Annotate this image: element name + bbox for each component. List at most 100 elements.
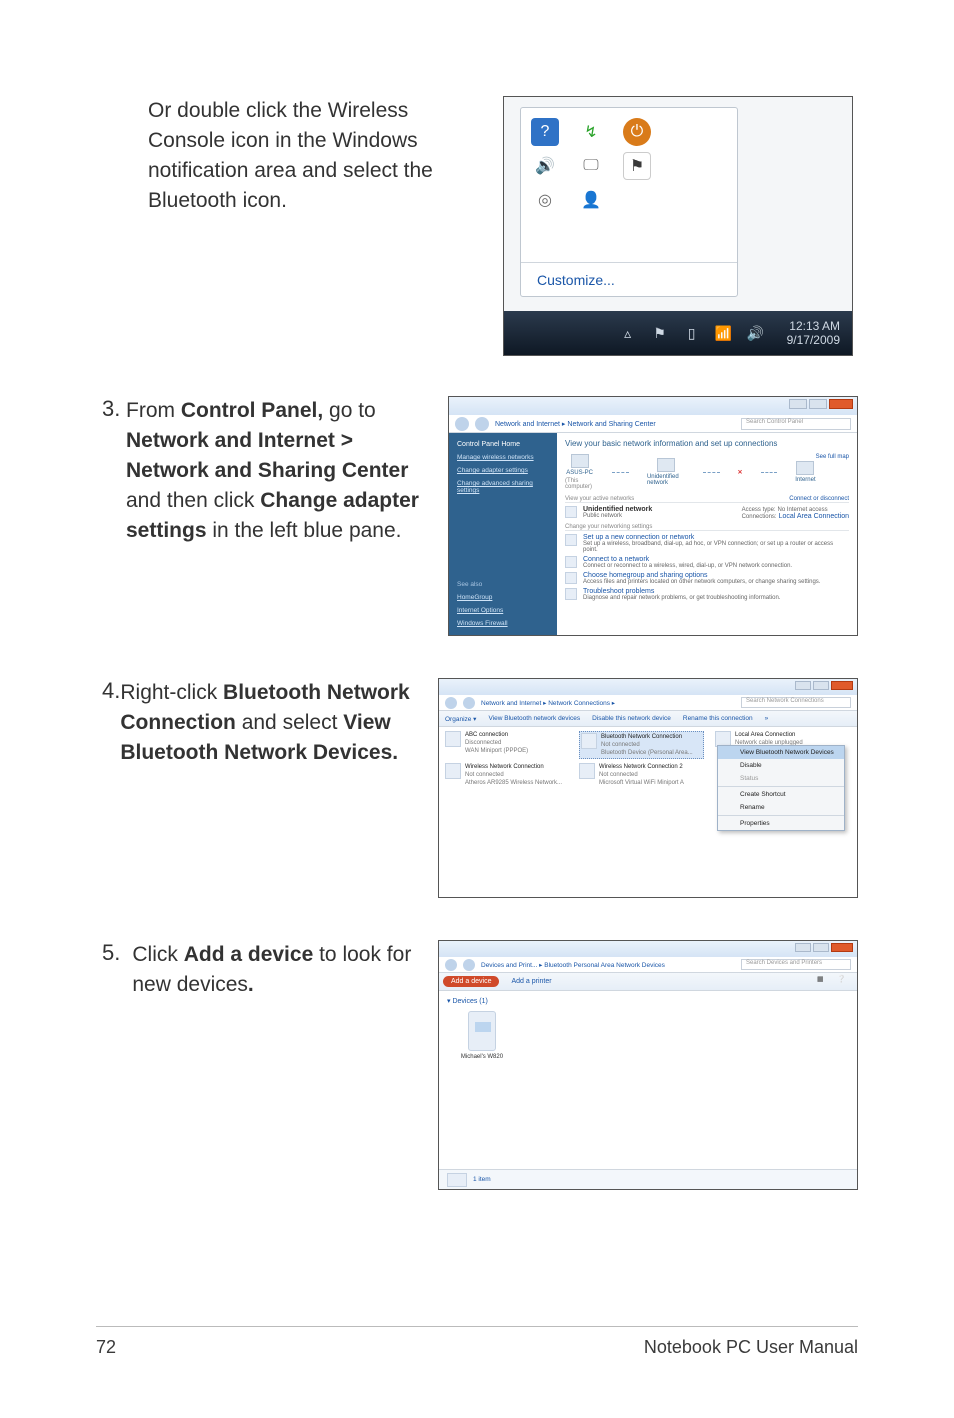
step-4-number: 4.	[96, 678, 120, 768]
min-button[interactable]	[795, 681, 811, 690]
add-device-button[interactable]: Add a device	[443, 976, 499, 987]
max-button[interactable]	[813, 943, 829, 952]
see-link-firewall[interactable]: Windows Firewall	[457, 620, 549, 627]
step-4-text: Right-click Bluetooth Network Connection…	[120, 678, 426, 768]
pc-icon	[571, 454, 589, 468]
see-full-map-link[interactable]: See full map	[816, 454, 849, 460]
sidebar: Control Panel Home Manage wireless netwo…	[449, 433, 557, 635]
taskbar: ▵ ⚑ ▯ 📶 🔊 12:13 AM 9/17/2009	[504, 311, 852, 355]
step-5-number: 5.	[96, 940, 132, 1000]
view-icon[interactable]: ▦	[817, 975, 831, 989]
task-troubleshoot-link[interactable]: Troubleshoot problems	[583, 588, 780, 595]
network-map: ASUS-PC(This computer) Unidentified netw…	[565, 454, 816, 490]
device-item[interactable]: Michael's W820	[447, 1011, 517, 1060]
forward-button[interactable]	[475, 417, 489, 431]
network-icon	[657, 458, 675, 472]
add-printer-button[interactable]: Add a printer	[503, 976, 559, 987]
task-icon	[565, 572, 577, 584]
step-3-text: From Control Panel, go to Network and In…	[126, 396, 436, 546]
connection-item[interactable]: Wireless Network Connection 2Not connect…	[579, 763, 704, 787]
customize-link[interactable]: Customize...	[521, 262, 737, 296]
screenshot-tray: ? ↯ ⏻ 🔊 🖵 ⚑ ◎ 👤	[503, 96, 853, 356]
min-button[interactable]	[789, 399, 807, 409]
ctx-rename[interactable]: Rename	[718, 801, 844, 814]
ctx-properties[interactable]: Properties	[718, 817, 844, 830]
search-input[interactable]: Search Network Connections	[741, 697, 851, 708]
connect-disconnect-link[interactable]: Connect or disconnect	[789, 496, 849, 502]
min-button[interactable]	[795, 943, 811, 952]
category-devices[interactable]: ▾ Devices (1)	[447, 997, 849, 1005]
task-icon	[565, 534, 577, 546]
connection-item[interactable]: ABC connectionDisconnectedWAN Miniport (…	[445, 731, 570, 755]
user-icon[interactable]: 👤	[577, 186, 605, 214]
help-icon[interactable]: ❔	[837, 975, 851, 989]
tray-up-icon[interactable]: ▵	[619, 324, 637, 342]
connection-link[interactable]: Local Area Connection	[779, 513, 849, 520]
device-name: Michael's W820	[461, 1054, 503, 1060]
connection-icon	[581, 733, 597, 749]
tray-network-icon[interactable]: 📶	[715, 324, 733, 342]
taskbar-clock[interactable]: 12:13 AM 9/17/2009	[787, 319, 840, 347]
wireless-console-icon[interactable]: ↯	[577, 118, 605, 146]
toolbar-rename[interactable]: Rename this connection	[683, 715, 753, 722]
intro-text: Or double click the Wireless Console ico…	[148, 96, 483, 356]
toolbar-disable[interactable]: Disable this network device	[592, 715, 671, 722]
sidebar-link-adapter[interactable]: Change adapter settings	[457, 467, 549, 474]
see-also-header: See also	[457, 581, 549, 588]
page-footer: 72 Notebook PC User Manual	[96, 1326, 858, 1358]
ctx-view-bt-devices[interactable]: View Bluetooth Network Devices	[718, 746, 844, 759]
task-homegroup-link[interactable]: Choose homegroup and sharing options	[583, 572, 820, 579]
help-icon[interactable]: ?	[531, 118, 559, 146]
close-button[interactable]	[831, 681, 853, 690]
footer-text: 1 item	[473, 1176, 491, 1183]
back-button[interactable]	[455, 417, 469, 431]
disc-icon[interactable]: ◎	[531, 186, 559, 214]
tray-volume-icon[interactable]: 🔊	[747, 324, 765, 342]
toolbar-overflow[interactable]: »	[765, 715, 769, 722]
screenshot-network-connections: Network and Internet ▸ Network Connectio…	[438, 678, 858, 898]
breadcrumb[interactable]: Network and Internet ▸ Network and Shari…	[495, 420, 735, 428]
search-input[interactable]: Search Devices and Printers	[741, 959, 851, 970]
volume-icon[interactable]: 🔊	[531, 152, 559, 180]
clock-time: 12:13 AM	[787, 319, 840, 333]
page-number: 72	[96, 1337, 116, 1358]
task-connect-link[interactable]: Connect to a network	[583, 556, 792, 563]
toolbar-view-bt[interactable]: View Bluetooth network devices	[488, 715, 580, 722]
connection-item-selected[interactable]: Bluetooth Network ConnectionNot connecte…	[579, 731, 704, 759]
ctx-disable[interactable]: Disable	[718, 759, 844, 772]
ctx-create-shortcut[interactable]: Create Shortcut	[718, 788, 844, 801]
task-setup-link[interactable]: Set up a new connection or network	[583, 534, 849, 541]
power-icon[interactable]: ⏻	[623, 118, 651, 146]
tray-flyout-panel: ? ↯ ⏻ 🔊 🖵 ⚑ ◎ 👤	[520, 107, 738, 297]
main-pane: View your basic network information and …	[557, 433, 857, 635]
connection-item[interactable]: Wireless Network ConnectionNot connected…	[445, 763, 570, 787]
see-link-homegroup[interactable]: HomeGroup	[457, 594, 549, 601]
see-link-internet[interactable]: Internet Options	[457, 607, 549, 614]
breadcrumb[interactable]: Network and Internet ▸ Network Connectio…	[481, 699, 735, 707]
tray-flag-icon[interactable]: ⚑	[651, 324, 669, 342]
back-button[interactable]	[445, 697, 457, 709]
step-5-text: Click Add a device to look for new devic…	[132, 940, 426, 1000]
main-heading: View your basic network information and …	[565, 439, 849, 448]
max-button[interactable]	[809, 399, 827, 409]
forward-button[interactable]	[463, 697, 475, 709]
action-center-icon[interactable]: ⚑	[623, 152, 651, 180]
connection-icon	[445, 731, 461, 747]
toolbar-organize[interactable]: Organize ▾	[445, 715, 476, 723]
max-button[interactable]	[813, 681, 829, 690]
breadcrumb[interactable]: Devices and Print... ▸ Bluetooth Persona…	[481, 961, 735, 969]
task-icon	[565, 556, 577, 568]
task-icon	[565, 588, 577, 600]
toolbar: Organize ▾ View Bluetooth network device…	[439, 711, 857, 727]
close-button[interactable]	[831, 943, 853, 952]
close-button[interactable]	[829, 399, 853, 409]
forward-button[interactable]	[463, 959, 475, 971]
sidebar-link-wireless[interactable]: Manage wireless networks	[457, 454, 549, 461]
sidebar-link-sharing[interactable]: Change advanced sharing settings	[457, 480, 549, 494]
manual-title: Notebook PC User Manual	[644, 1337, 858, 1358]
clock-date: 9/17/2009	[787, 333, 840, 347]
search-input[interactable]: Search Control Panel	[741, 418, 851, 430]
display-icon[interactable]: 🖵	[577, 152, 605, 180]
tray-battery-icon[interactable]: ▯	[683, 324, 701, 342]
back-button[interactable]	[445, 959, 457, 971]
